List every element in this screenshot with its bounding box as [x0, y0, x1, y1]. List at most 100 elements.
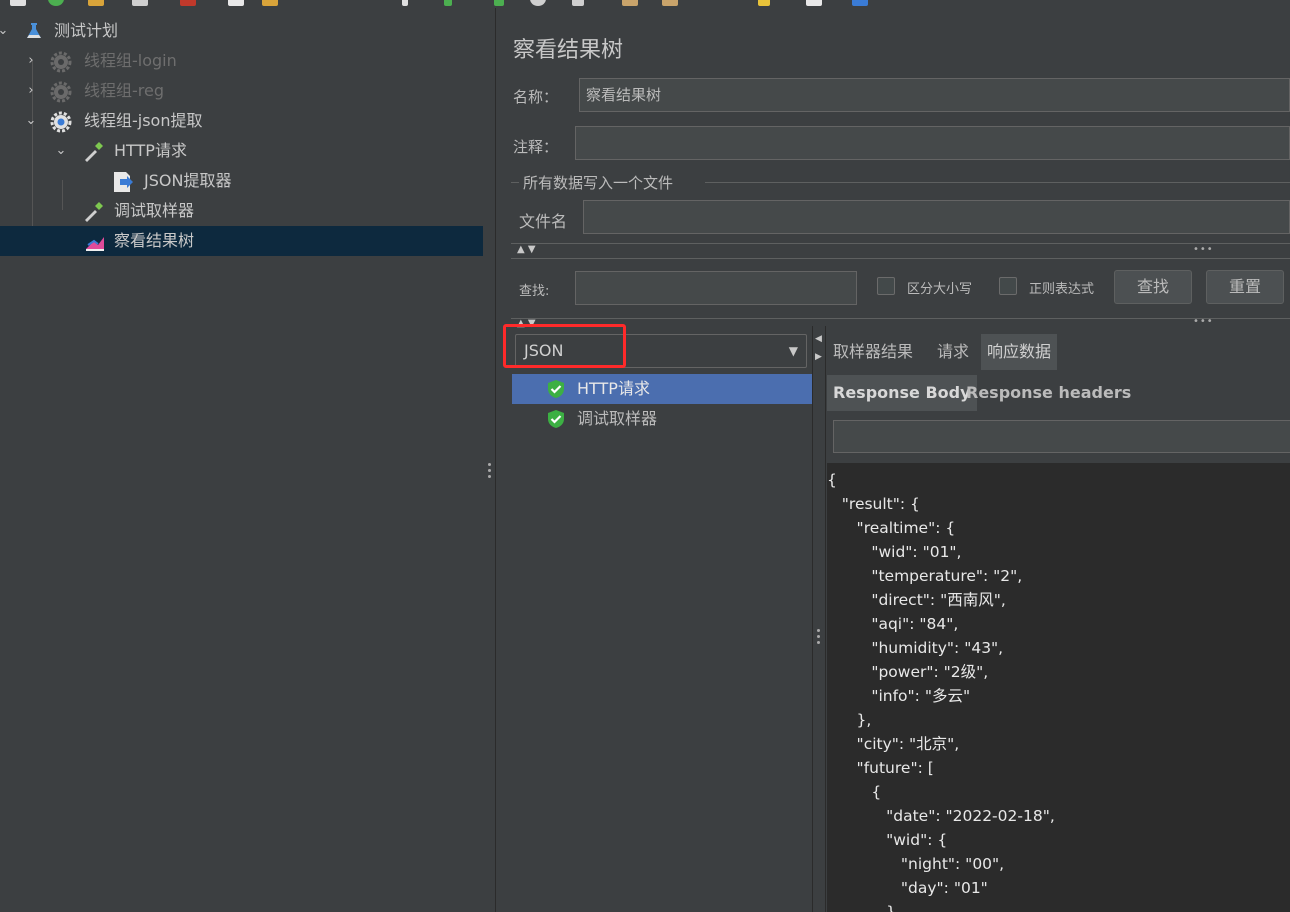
comment-label: 注释：: [513, 138, 559, 156]
tab-response-headers[interactable]: Response headers: [960, 375, 1137, 411]
chevron-right-icon[interactable]: ›: [24, 76, 38, 106]
splitter-grip: [488, 463, 491, 466]
tree-item-label: 调试取样器: [114, 201, 195, 220]
tab-sampler-result[interactable]: 取样器结果: [827, 334, 919, 370]
json-line: "day": "01": [827, 879, 988, 897]
start-no-pause-icon[interactable]: [494, 0, 504, 6]
json-line: "date": "2022-02-18",: [827, 807, 1055, 825]
results-tree-icon: [84, 231, 104, 251]
regex-checkbox[interactable]: [999, 277, 1017, 295]
paste-icon[interactable]: [262, 0, 278, 6]
splitter-grip: [817, 635, 820, 638]
json-line: },: [827, 711, 872, 729]
tree-item-thread-group-login[interactable]: › 线程组-login: [0, 46, 483, 76]
name-label: 名称：: [513, 88, 559, 106]
tree-item-label: HTTP请求: [114, 141, 187, 160]
json-line: "future": [: [827, 759, 934, 777]
splitter-grip: [817, 629, 820, 632]
reset-search-icon[interactable]: [806, 0, 822, 6]
splitter-grip: [488, 475, 491, 478]
json-line: "wid": {: [827, 831, 948, 849]
gear-icon: [50, 51, 72, 73]
tree-item-test-plan[interactable]: ⌄ 测试计划: [0, 16, 483, 46]
reset-button[interactable]: 重置: [1206, 270, 1284, 304]
json-line: "result": {: [827, 495, 920, 513]
comment-field[interactable]: [575, 126, 1290, 160]
result-item-debug-sampler[interactable]: 调试取样器: [512, 404, 812, 434]
tree-splitter[interactable]: [483, 8, 496, 912]
json-line: }: [827, 903, 896, 912]
filename-label: 文件名: [519, 212, 568, 231]
file-section-label: 所有数据写入一个文件: [523, 174, 674, 192]
results-splitter[interactable]: ◀ ▶: [812, 326, 826, 912]
search-icon[interactable]: [758, 0, 770, 6]
clear-icon[interactable]: [622, 0, 638, 6]
function-helper-icon[interactable]: [852, 0, 868, 6]
tree-item-thread-group-reg[interactable]: › 线程组-reg: [0, 76, 483, 106]
section-border: [705, 182, 1290, 183]
tree-item-label: 测试计划: [54, 21, 119, 40]
json-line: {: [827, 471, 837, 489]
expand-icon[interactable]: [402, 0, 408, 6]
more-icon[interactable]: •••: [1193, 316, 1214, 327]
tab-response-data[interactable]: 响应数据: [981, 334, 1058, 370]
tree-item-label: 线程组-json提取: [84, 111, 203, 130]
splitter-grip: [488, 469, 491, 472]
copy-icon[interactable]: [228, 0, 244, 6]
clear-all-icon[interactable]: [662, 0, 678, 6]
chevron-down-icon[interactable]: ⌄: [0, 16, 10, 46]
case-sensitive-checkbox[interactable]: [877, 277, 895, 295]
regex-label: 正则表达式: [1029, 282, 1095, 297]
chevron-down-icon[interactable]: ⌄: [24, 106, 38, 136]
collapse-arrows-icon[interactable]: ▲ ▼: [517, 244, 536, 255]
gear-icon: [50, 81, 72, 103]
tree-item-http-request[interactable]: ⌄ HTTP请求: [0, 136, 483, 166]
json-line: "power": "2级",: [827, 663, 989, 681]
highlight-annotation: [503, 324, 626, 368]
shutdown-icon[interactable]: [572, 0, 584, 6]
tree-item-thread-group-json[interactable]: ⌄ 线程组-json提取: [0, 106, 483, 136]
divider: [511, 258, 1290, 259]
save-icon[interactable]: [132, 0, 148, 6]
flask-icon: [24, 21, 44, 41]
open-icon[interactable]: [88, 0, 104, 6]
result-item-http-request[interactable]: HTTP请求: [512, 374, 812, 404]
response-body-viewer[interactable]: { "result": { "realtime": { "wid": "01",…: [827, 463, 1290, 912]
more-icon[interactable]: •••: [1193, 244, 1214, 255]
collapse-left-icon[interactable]: ◀: [815, 334, 822, 344]
cut-icon[interactable]: [180, 0, 196, 6]
find-button[interactable]: 查找: [1114, 270, 1192, 304]
filename-field[interactable]: [583, 200, 1290, 234]
expand-right-icon[interactable]: ▶: [815, 352, 822, 362]
panel-title: 察看结果树: [513, 38, 624, 63]
chevron-down-icon: ▼: [788, 344, 798, 358]
test-plan-tree: ⌄ 测试计划 › 线程组-login › 线程组-reg ⌄ 线程组-json提…: [0, 8, 483, 912]
json-line: "temperature": "2",: [827, 567, 1023, 585]
tree-item-view-results-tree[interactable]: 察看结果树: [0, 226, 483, 256]
tree-item-debug-sampler[interactable]: 调试取样器: [0, 196, 483, 226]
tab-request[interactable]: 请求: [931, 334, 975, 370]
gear-icon: [50, 111, 72, 133]
tree-item-label: 线程组-reg: [84, 81, 165, 100]
results-list: HTTP请求 调试取样器: [512, 374, 812, 912]
tree-item-label: 察看结果树: [114, 231, 195, 250]
tree-item-json-extractor[interactable]: JSON提取器: [0, 166, 483, 196]
success-shield-icon: [546, 379, 566, 399]
stop-icon[interactable]: [530, 0, 546, 6]
divider: [511, 243, 1290, 244]
chevron-right-icon[interactable]: ›: [24, 46, 38, 76]
pipette-icon: [82, 141, 103, 162]
json-line: "wid": "01",: [827, 543, 962, 561]
new-icon[interactable]: [10, 0, 26, 6]
case-sensitive-label: 区分大小写: [907, 282, 973, 297]
chevron-down-icon[interactable]: ⌄: [54, 136, 68, 166]
start-icon[interactable]: [444, 0, 452, 6]
templates-icon[interactable]: [48, 0, 64, 6]
json-line: "city": "北京",: [827, 735, 960, 753]
search-input[interactable]: [575, 271, 857, 305]
response-search-input[interactable]: [833, 420, 1290, 453]
view-results-tree-panel: 察看结果树 名称： 察看结果树 注释： 所有数据写入一个文件 文件名 ▲ ▼ •…: [497, 8, 1290, 912]
tree-item-label: JSON提取器: [144, 171, 232, 190]
name-field[interactable]: 察看结果树: [579, 78, 1290, 112]
tab-response-body[interactable]: Response Body: [827, 375, 977, 411]
